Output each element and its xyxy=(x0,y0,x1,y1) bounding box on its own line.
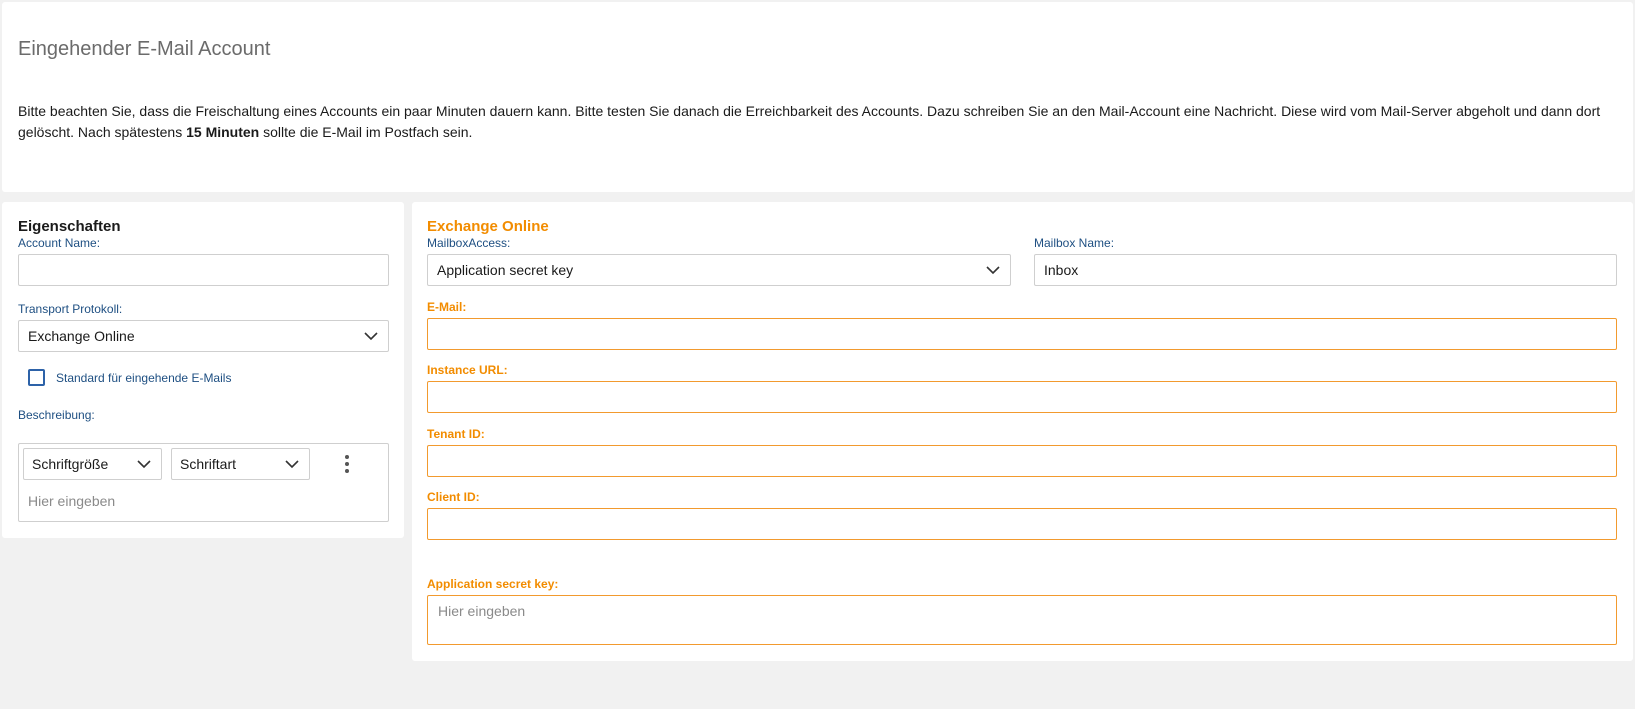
properties-panel: Eigenschaften Account Name: Transport Pr… xyxy=(2,202,404,538)
tenant-id-label: Tenant ID: xyxy=(427,427,485,441)
description-label: Beschreibung: xyxy=(18,408,95,422)
client-id-label: Client ID: xyxy=(427,490,480,504)
font-family-select-label: Schriftart xyxy=(180,456,237,472)
secret-key-placeholder: Hier eingeben xyxy=(438,603,526,619)
default-incoming-checkbox-label[interactable]: Standard für eingehende E-Mails xyxy=(56,371,231,385)
more-options-icon[interactable] xyxy=(344,454,350,474)
account-name-label: Account Name: xyxy=(18,236,101,250)
transport-protocol-label: Transport Protokoll: xyxy=(18,302,123,316)
tenant-id-input[interactable] xyxy=(427,445,1617,477)
instance-url-label: Instance URL: xyxy=(427,363,508,377)
account-name-input[interactable] xyxy=(18,254,389,286)
description-editor: Schriftgröße Schriftart Hier eingeben xyxy=(18,443,389,522)
info-text: Bitte beachten Sie, dass die Freischaltu… xyxy=(18,101,1618,143)
secret-key-textarea[interactable]: Hier eingeben xyxy=(427,595,1617,645)
mailbox-name-label: Mailbox Name: xyxy=(1034,236,1115,250)
email-label: E-Mail: xyxy=(427,300,467,314)
description-input[interactable]: Hier eingeben xyxy=(28,493,115,509)
info-text-part-2: sollte die E-Mail im Postfach sein. xyxy=(259,124,473,140)
mailbox-access-value: Application secret key xyxy=(437,262,574,278)
chevron-down-icon xyxy=(986,266,1000,275)
chevron-down-icon xyxy=(137,460,151,469)
mailbox-access-label: MailboxAccess: xyxy=(427,236,511,250)
transport-protocol-select[interactable]: Exchange Online xyxy=(18,320,389,352)
page-title: Eingehender E-Mail Account xyxy=(18,38,271,60)
client-id-input[interactable] xyxy=(427,508,1617,540)
exchange-online-title: Exchange Online xyxy=(427,218,549,235)
instance-url-input[interactable] xyxy=(427,381,1617,413)
chevron-down-icon xyxy=(364,332,378,341)
font-family-select[interactable]: Schriftart xyxy=(171,448,310,480)
secret-key-label: Application secret key: xyxy=(427,577,559,591)
mailbox-name-input[interactable]: Inbox xyxy=(1034,254,1617,286)
chevron-down-icon xyxy=(285,460,299,469)
font-size-select[interactable]: Schriftgröße xyxy=(23,448,162,480)
exchange-online-panel: Exchange Online MailboxAccess: Applicati… xyxy=(412,202,1633,661)
properties-title: Eigenschaften xyxy=(18,218,121,235)
font-size-select-label: Schriftgröße xyxy=(32,456,109,472)
mailbox-access-select[interactable]: Application secret key xyxy=(427,254,1011,286)
info-panel: Eingehender E-Mail Account Bitte beachte… xyxy=(2,2,1633,192)
default-incoming-checkbox[interactable] xyxy=(28,369,45,386)
email-input[interactable] xyxy=(427,318,1617,350)
info-text-highlight: 15 Minuten xyxy=(186,124,260,140)
transport-protocol-value: Exchange Online xyxy=(28,328,135,344)
